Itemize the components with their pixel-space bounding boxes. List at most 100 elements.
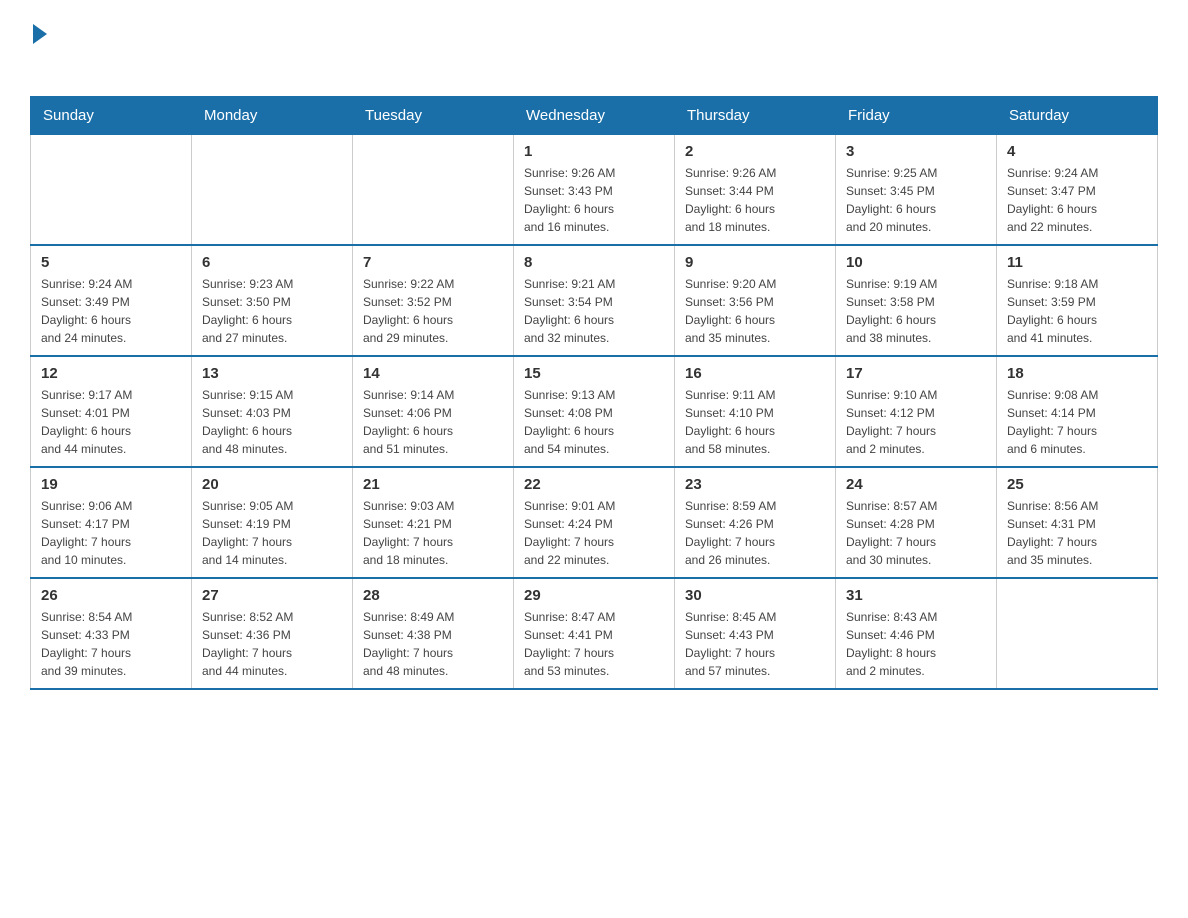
day-info: Sunrise: 9:14 AM Sunset: 4:06 PM Dayligh…	[363, 386, 503, 458]
calendar-cell: 19 Sunrise: 9:06 AM Sunset: 4:17 PM Dayli…	[31, 467, 192, 578]
week-row-5: 26 Sunrise: 8:54 AM Sunset: 4:33 PM Dayli…	[31, 578, 1158, 689]
weekday-header-wednesday: Wednesday	[514, 97, 675, 135]
day-info: Sunrise: 8:54 AM Sunset: 4:33 PM Dayligh…	[41, 608, 181, 680]
calendar-table: SundayMondayTuesdayWednesdayThursdayFrid…	[30, 96, 1158, 690]
day-info: Sunrise: 9:24 AM Sunset: 3:49 PM Dayligh…	[41, 275, 181, 347]
day-number: 22	[524, 476, 664, 493]
day-number: 11	[1007, 254, 1147, 271]
day-info: Sunrise: 8:57 AM Sunset: 4:28 PM Dayligh…	[846, 497, 986, 569]
weekday-header-friday: Friday	[836, 97, 997, 135]
calendar-cell: 14 Sunrise: 9:14 AM Sunset: 4:06 PM Dayli…	[353, 356, 514, 467]
day-number: 2	[685, 143, 825, 160]
day-number: 8	[524, 254, 664, 271]
calendar-cell: 8 Sunrise: 9:21 AM Sunset: 3:54 PM Daylig…	[514, 245, 675, 356]
week-row-3: 12Sunrise: 9:17 AM Sunset: 4:01 PM Dayli…	[31, 356, 1158, 467]
day-info: Sunrise: 9:10 AM Sunset: 4:12 PM Dayligh…	[846, 386, 986, 458]
day-number: 29	[524, 587, 664, 604]
calendar-cell: 13 Sunrise: 9:15 AM Sunset: 4:03 PM Dayli…	[192, 356, 353, 467]
day-info: Sunrise: 9:03 AM Sunset: 4:21 PM Dayligh…	[363, 497, 503, 569]
calendar-cell: 29 Sunrise: 8:47 AM Sunset: 4:41 PM Dayli…	[514, 578, 675, 689]
day-info: Sunrise: 9:19 AM Sunset: 3:58 PM Dayligh…	[846, 275, 986, 347]
calendar-cell: 18Sunrise: 9:08 AM Sunset: 4:14 PM Dayli…	[997, 356, 1158, 467]
calendar-cell: 20 Sunrise: 9:05 AM Sunset: 4:19 PM Dayli…	[192, 467, 353, 578]
calendar-cell: 11 Sunrise: 9:18 AM Sunset: 3:59 PM Dayli…	[997, 245, 1158, 356]
calendar-cell: 31Sunrise: 8:43 AM Sunset: 4:46 PM Dayli…	[836, 578, 997, 689]
day-info: Sunrise: 9:17 AM Sunset: 4:01 PM Dayligh…	[41, 386, 181, 458]
weekday-header-tuesday: Tuesday	[353, 97, 514, 135]
calendar-cell	[997, 578, 1158, 689]
day-number: 6	[202, 254, 342, 271]
weekday-row: SundayMondayTuesdayWednesdayThursdayFrid…	[31, 97, 1158, 135]
weekday-header-monday: Monday	[192, 97, 353, 135]
day-number: 16	[685, 365, 825, 382]
day-number: 25	[1007, 476, 1147, 493]
day-number: 13	[202, 365, 342, 382]
day-info: Sunrise: 8:43 AM Sunset: 4:46 PM Dayligh…	[846, 608, 986, 680]
calendar-cell: 30 Sunrise: 8:45 AM Sunset: 4:43 PM Dayli…	[675, 578, 836, 689]
calendar-cell: 21 Sunrise: 9:03 AM Sunset: 4:21 PM Dayli…	[353, 467, 514, 578]
day-number: 21	[363, 476, 503, 493]
calendar-cell: 7 Sunrise: 9:22 AM Sunset: 3:52 PM Daylig…	[353, 245, 514, 356]
day-number: 23	[685, 476, 825, 493]
day-info: Sunrise: 9:15 AM Sunset: 4:03 PM Dayligh…	[202, 386, 342, 458]
day-info: Sunrise: 8:47 AM Sunset: 4:41 PM Dayligh…	[524, 608, 664, 680]
day-number: 1	[524, 143, 664, 160]
logo: ​	[30, 20, 47, 76]
day-info: Sunrise: 9:05 AM Sunset: 4:19 PM Dayligh…	[202, 497, 342, 569]
calendar-cell: 16 Sunrise: 9:11 AM Sunset: 4:10 PM Dayli…	[675, 356, 836, 467]
calendar-cell: 25Sunrise: 8:56 AM Sunset: 4:31 PM Dayli…	[997, 467, 1158, 578]
day-number: 7	[363, 254, 503, 271]
day-number: 4	[1007, 143, 1147, 160]
day-info: Sunrise: 9:01 AM Sunset: 4:24 PM Dayligh…	[524, 497, 664, 569]
calendar-cell: 17 Sunrise: 9:10 AM Sunset: 4:12 PM Dayli…	[836, 356, 997, 467]
calendar-cell: 28 Sunrise: 8:49 AM Sunset: 4:38 PM Dayli…	[353, 578, 514, 689]
day-info: Sunrise: 9:22 AM Sunset: 3:52 PM Dayligh…	[363, 275, 503, 347]
day-number: 19	[41, 476, 181, 493]
calendar-cell: 2 Sunrise: 9:26 AM Sunset: 3:44 PM Daylig…	[675, 135, 836, 246]
calendar-cell: 27Sunrise: 8:52 AM Sunset: 4:36 PM Dayli…	[192, 578, 353, 689]
day-info: Sunrise: 9:08 AM Sunset: 4:14 PM Dayligh…	[1007, 386, 1147, 458]
calendar-cell: 10 Sunrise: 9:19 AM Sunset: 3:58 PM Dayli…	[836, 245, 997, 356]
day-number: 10	[846, 254, 986, 271]
weekday-header-sunday: Sunday	[31, 97, 192, 135]
calendar-cell	[31, 135, 192, 246]
day-info: Sunrise: 8:45 AM Sunset: 4:43 PM Dayligh…	[685, 608, 825, 680]
calendar-cell: 24 Sunrise: 8:57 AM Sunset: 4:28 PM Dayli…	[836, 467, 997, 578]
calendar-cell: 1 Sunrise: 9:26 AM Sunset: 3:43 PM Daylig…	[514, 135, 675, 246]
weekday-header-thursday: Thursday	[675, 97, 836, 135]
day-info: Sunrise: 9:21 AM Sunset: 3:54 PM Dayligh…	[524, 275, 664, 347]
day-info: Sunrise: 9:11 AM Sunset: 4:10 PM Dayligh…	[685, 386, 825, 458]
calendar-cell: 26 Sunrise: 8:54 AM Sunset: 4:33 PM Dayli…	[31, 578, 192, 689]
page-header: ​	[30, 20, 1158, 76]
calendar-cell: 22 Sunrise: 9:01 AM Sunset: 4:24 PM Dayli…	[514, 467, 675, 578]
calendar-cell: 4Sunrise: 9:24 AM Sunset: 3:47 PM Daylig…	[997, 135, 1158, 246]
calendar-cell: 3 Sunrise: 9:25 AM Sunset: 3:45 PM Daylig…	[836, 135, 997, 246]
day-number: 3	[846, 143, 986, 160]
day-number: 28	[363, 587, 503, 604]
day-info: Sunrise: 8:49 AM Sunset: 4:38 PM Dayligh…	[363, 608, 503, 680]
day-info: Sunrise: 9:18 AM Sunset: 3:59 PM Dayligh…	[1007, 275, 1147, 347]
day-info: Sunrise: 8:52 AM Sunset: 4:36 PM Dayligh…	[202, 608, 342, 680]
day-number: 5	[41, 254, 181, 271]
day-number: 24	[846, 476, 986, 493]
day-number: 26	[41, 587, 181, 604]
calendar-cell	[192, 135, 353, 246]
day-info: Sunrise: 9:13 AM Sunset: 4:08 PM Dayligh…	[524, 386, 664, 458]
day-info: Sunrise: 9:26 AM Sunset: 3:44 PM Dayligh…	[685, 164, 825, 236]
weekday-header-saturday: Saturday	[997, 97, 1158, 135]
day-number: 15	[524, 365, 664, 382]
calendar-cell	[353, 135, 514, 246]
calendar-header: SundayMondayTuesdayWednesdayThursdayFrid…	[31, 97, 1158, 135]
week-row-2: 5 Sunrise: 9:24 AM Sunset: 3:49 PM Daylig…	[31, 245, 1158, 356]
day-number: 20	[202, 476, 342, 493]
calendar-cell: 9Sunrise: 9:20 AM Sunset: 3:56 PM Daylig…	[675, 245, 836, 356]
day-number: 30	[685, 587, 825, 604]
day-info: Sunrise: 9:20 AM Sunset: 3:56 PM Dayligh…	[685, 275, 825, 347]
week-row-1: 1 Sunrise: 9:26 AM Sunset: 3:43 PM Daylig…	[31, 135, 1158, 246]
day-number: 14	[363, 365, 503, 382]
day-info: Sunrise: 9:26 AM Sunset: 3:43 PM Dayligh…	[524, 164, 664, 236]
day-info: Sunrise: 9:06 AM Sunset: 4:17 PM Dayligh…	[41, 497, 181, 569]
calendar-cell: 23Sunrise: 8:59 AM Sunset: 4:26 PM Dayli…	[675, 467, 836, 578]
day-number: 17	[846, 365, 986, 382]
day-info: Sunrise: 9:25 AM Sunset: 3:45 PM Dayligh…	[846, 164, 986, 236]
